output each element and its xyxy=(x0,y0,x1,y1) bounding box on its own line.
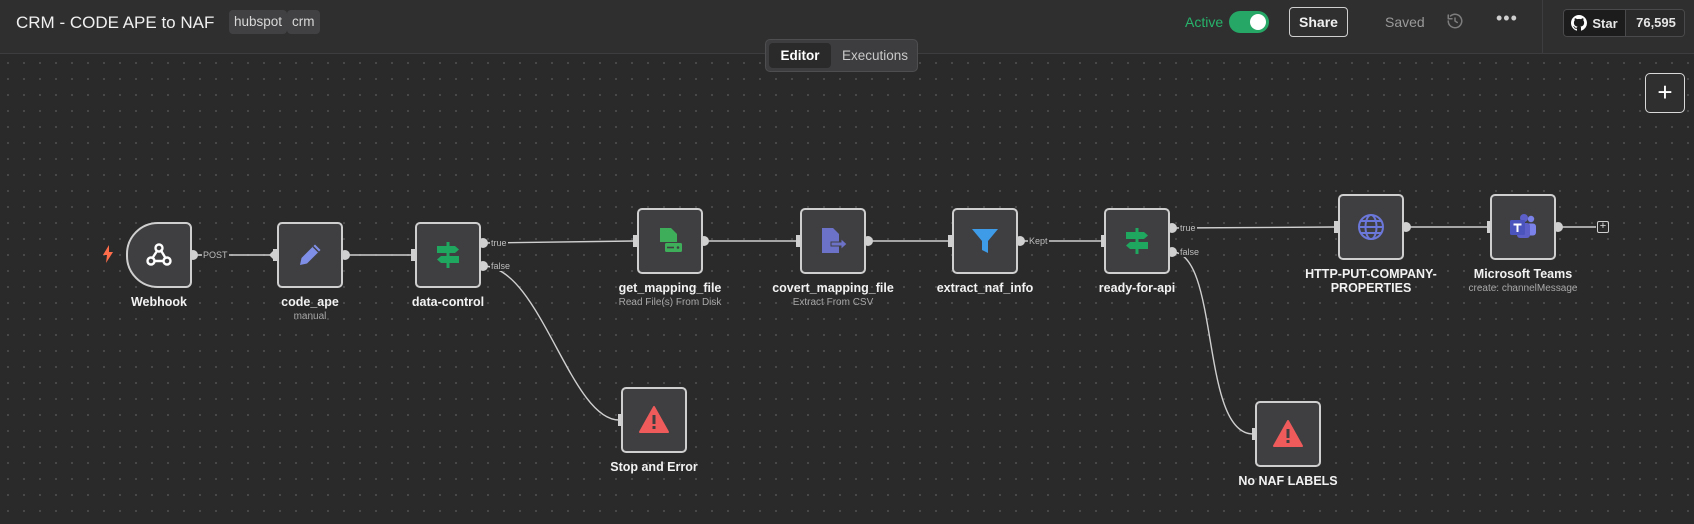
node-get-mapping-file[interactable] xyxy=(637,208,703,274)
signpost-icon xyxy=(1126,228,1148,254)
edge-label-kept: Kept xyxy=(1028,236,1049,246)
warning-icon xyxy=(1273,420,1303,447)
edge-label-true: true xyxy=(490,238,508,248)
node-code-ape[interactable] xyxy=(277,222,343,288)
node-label: extract_naf_info xyxy=(936,281,1034,295)
tab-editor[interactable]: Editor xyxy=(769,43,831,68)
node-label: Stop and Error xyxy=(610,460,698,474)
edge-ra-false-no-naf xyxy=(1171,251,1254,435)
teams-icon xyxy=(1510,214,1536,238)
node-subtitle: Extract From CSV xyxy=(792,297,874,308)
node-microsoft-teams[interactable] xyxy=(1490,194,1556,260)
node-label: covert_mapping_file xyxy=(772,281,894,295)
node-label: data-control xyxy=(411,295,485,309)
node-label: Microsoft Teams xyxy=(1473,267,1573,281)
node-http-put-company-properties[interactable] xyxy=(1338,194,1404,260)
node-data-control[interactable] xyxy=(415,222,481,288)
trigger-bolt-icon xyxy=(103,245,113,263)
node-label: code_ape xyxy=(281,295,339,309)
edge-label-false: false xyxy=(1179,247,1201,257)
node-subtitle: manual xyxy=(293,311,327,322)
add-next-node-plus-icon[interactable]: + xyxy=(1597,221,1609,233)
filter-icon xyxy=(972,229,998,253)
node-label: get_mapping_file xyxy=(618,281,722,295)
mode-tabs: Editor Executions xyxy=(765,39,918,72)
globe-icon xyxy=(1358,214,1384,240)
warning-icon xyxy=(639,406,669,433)
node-no-naf-labels[interactable] xyxy=(1255,401,1321,467)
tab-executions[interactable]: Executions xyxy=(836,43,914,68)
node-ready-for-api[interactable] xyxy=(1104,208,1170,274)
node-label: ready-for-api xyxy=(1098,281,1176,295)
node-webhook[interactable] xyxy=(126,222,192,288)
add-node-button[interactable]: + xyxy=(1645,73,1685,113)
node-label: HTTP-PUT-COMPANY-PROPERTIES xyxy=(1305,267,1437,295)
node-subtitle: Read File(s) From Disk xyxy=(618,297,722,308)
node-extract-naf-info[interactable] xyxy=(952,208,1018,274)
file-export-icon xyxy=(822,228,848,253)
node-covert-mapping-file[interactable] xyxy=(800,208,866,274)
pencil-icon xyxy=(300,244,321,265)
node-label: Webhook xyxy=(130,295,188,309)
edge-label-post: POST xyxy=(202,250,229,260)
edge-label-true: true xyxy=(1179,223,1197,233)
webhook-icon xyxy=(146,243,172,266)
arrowhead xyxy=(269,251,273,259)
node-stop-and-error[interactable] xyxy=(621,387,687,453)
signpost-icon xyxy=(437,242,459,268)
node-label: No NAF LABELS xyxy=(1238,474,1338,488)
node-subtitle: create: channelMessage xyxy=(1468,283,1578,294)
file-drive-icon xyxy=(660,228,682,252)
edge-label-false: false xyxy=(490,261,512,271)
